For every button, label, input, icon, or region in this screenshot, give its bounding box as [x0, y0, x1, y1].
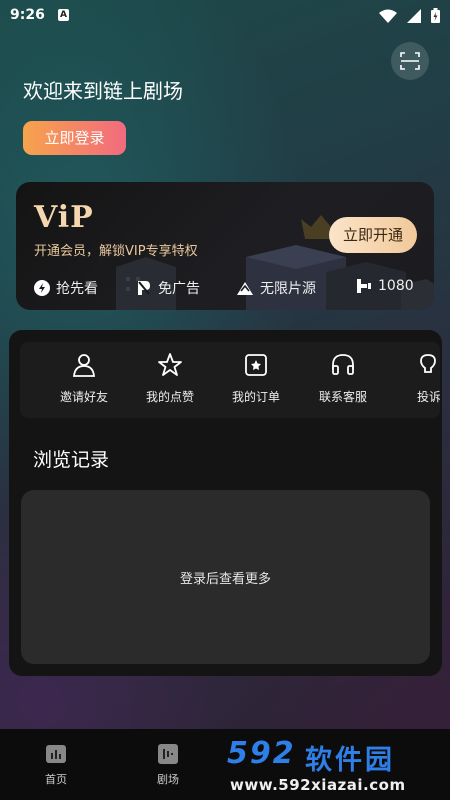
film-icon	[237, 282, 253, 295]
signal-icon	[407, 8, 421, 23]
vip-subtitle: 开通会员，解锁VIP专享特权	[34, 244, 198, 259]
vip-perks: 抢先看 免广告 无限片源 1080	[16, 278, 434, 302]
main-panel: 邀请好友 我的点赞 我的订单 联系客服 投诉 浏览记录 登录后查看更多	[9, 330, 442, 676]
status-bar: 9:26 A	[0, 0, 450, 32]
battery-icon	[431, 8, 440, 23]
notification-a-icon: A	[58, 9, 69, 21]
login-button[interactable]: 立即登录	[23, 121, 126, 155]
star-icon	[158, 353, 182, 376]
quick-actions: 邀请好友 我的点赞 我的订单 联系客服 投诉	[20, 342, 440, 418]
perk-hd: 1080	[356, 278, 414, 294]
wifi-icon	[379, 9, 397, 23]
vip-card[interactable]: ViP 开通会员，解锁VIP专享特权 立即开通 抢先看 免广告 无限片源 108…	[16, 182, 434, 310]
watermark-url: www.592xiazai.com	[230, 776, 406, 794]
home-icon	[46, 745, 66, 763]
headset-icon	[332, 354, 354, 375]
quick-label: 投诉	[416, 390, 440, 404]
history-empty-text: 登录后查看更多	[179, 572, 271, 587]
history-title: 浏览记录	[33, 449, 110, 471]
quick-my-orders[interactable]: 我的订单	[221, 352, 291, 405]
complaint-icon	[420, 354, 436, 373]
scan-button[interactable]	[391, 42, 429, 80]
perk-label: 无限片源	[260, 281, 316, 297]
hd-icon	[357, 279, 371, 293]
perk-unlimited-films: 无限片源	[236, 278, 316, 298]
quick-label: 联系客服	[318, 390, 367, 404]
welcome-title: 欢迎来到链上剧场	[23, 79, 183, 103]
nav-theater[interactable]: 剧场	[143, 743, 193, 787]
watermark-logo: 592	[227, 736, 296, 771]
no-ad-icon	[138, 281, 150, 295]
history-box[interactable]: 登录后查看更多	[21, 490, 430, 664]
quick-label: 邀请好友	[59, 390, 108, 404]
scan-icon	[400, 52, 420, 70]
perk-label: 抢先看	[56, 281, 98, 297]
perk-label: 免广告	[158, 281, 200, 297]
vip-logo: ViP	[34, 200, 94, 235]
status-icons	[379, 8, 440, 23]
quick-invite-friends[interactable]: 邀请好友	[49, 352, 119, 405]
quick-my-likes[interactable]: 我的点赞	[135, 352, 205, 405]
watermark: 592 软件园 www.592xiazai.com	[222, 732, 450, 800]
lightning-icon	[34, 280, 50, 296]
theater-icon	[158, 744, 178, 764]
perk-label: 1080	[378, 278, 414, 294]
quick-label: 我的订单	[231, 390, 280, 404]
quick-complaint[interactable]: 投诉	[394, 352, 440, 405]
nav-label: 剧场	[157, 773, 179, 786]
watermark-text: 软件园	[305, 745, 395, 776]
invite-user-icon	[73, 354, 95, 377]
status-time: 9:26	[10, 7, 45, 23]
nav-label: 首页	[45, 773, 67, 786]
perk-early-access: 抢先看	[34, 278, 98, 298]
vip-open-button[interactable]: 立即开通	[329, 217, 417, 253]
quick-customer-service[interactable]: 联系客服	[308, 352, 378, 405]
order-icon	[245, 354, 267, 376]
quick-label: 我的点赞	[145, 390, 194, 404]
nav-home[interactable]: 首页	[31, 743, 81, 787]
perk-no-ads: 免广告	[136, 278, 200, 298]
